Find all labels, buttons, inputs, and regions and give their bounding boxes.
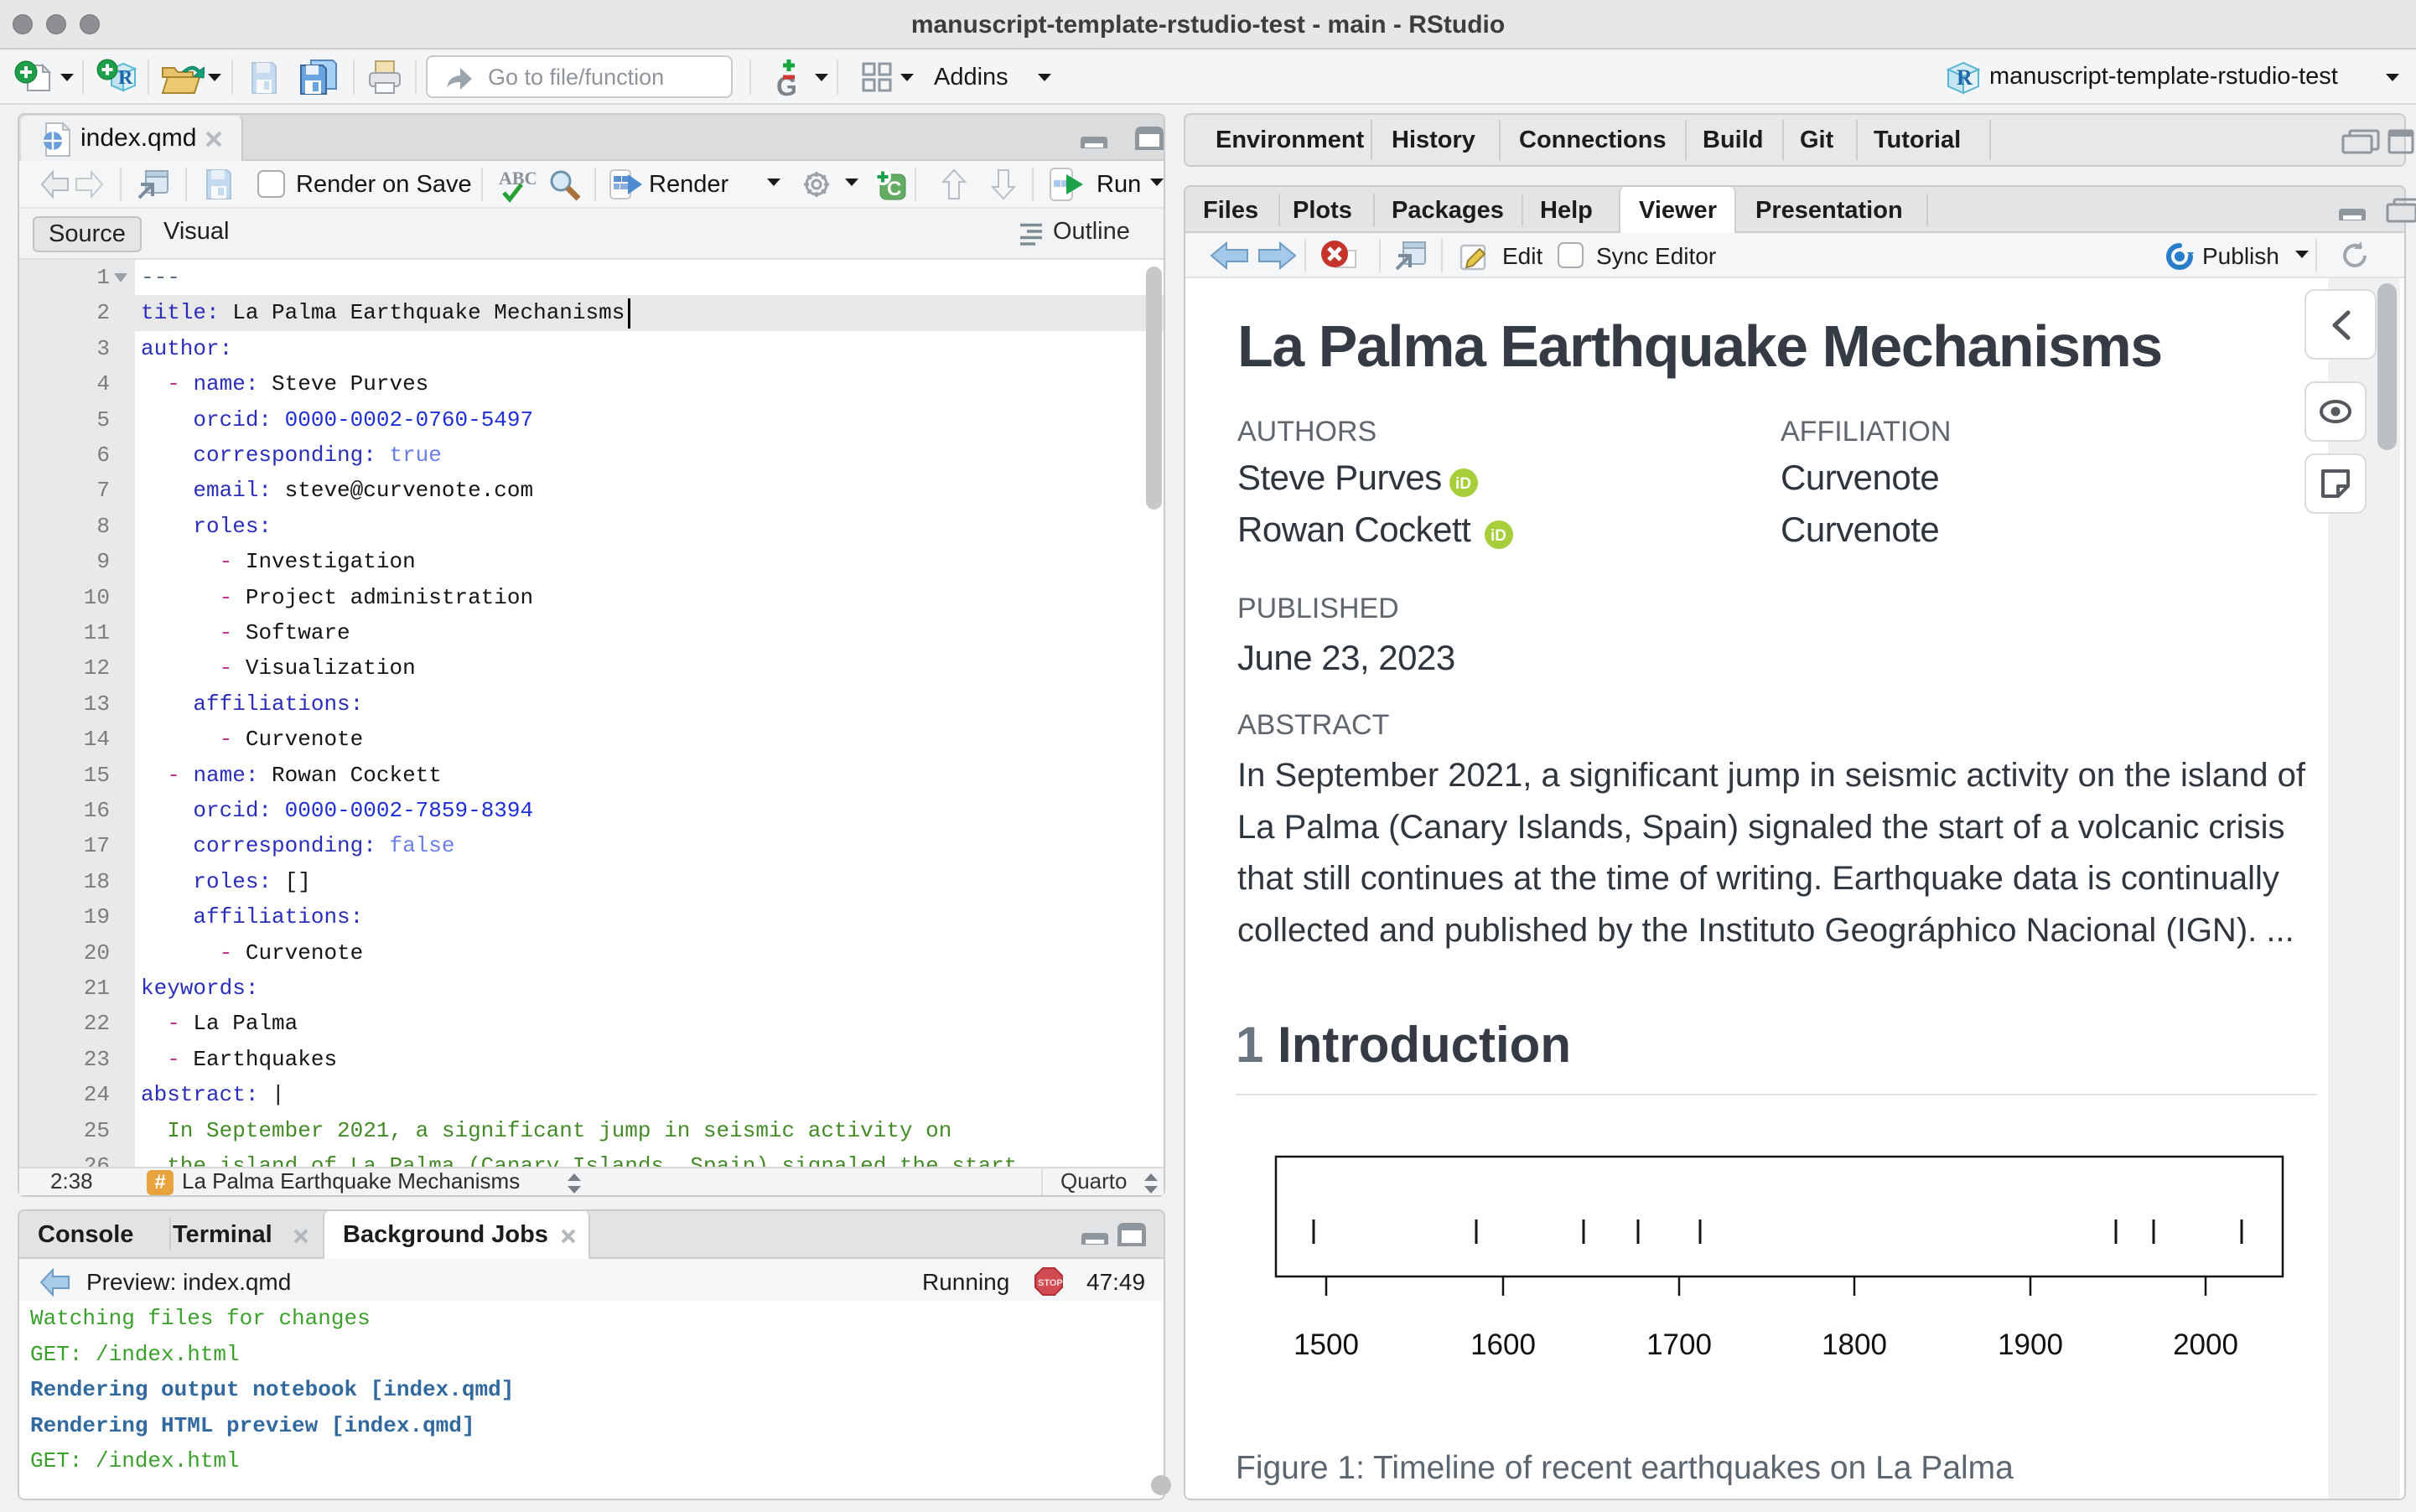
svg-text:R: R: [118, 67, 133, 89]
svg-text:1600: 1600: [1470, 1328, 1536, 1361]
svg-text:1700: 1700: [1646, 1328, 1712, 1361]
svg-text:1800: 1800: [1822, 1328, 1887, 1361]
svg-text:1900: 1900: [1998, 1328, 2063, 1361]
svg-text:STOP: STOP: [1038, 1278, 1063, 1288]
svg-text:R: R: [1957, 65, 1973, 90]
svg-text:ABC: ABC: [499, 168, 536, 189]
svg-text:iD: iD: [1455, 475, 1471, 493]
svg-text:1500: 1500: [1294, 1328, 1359, 1361]
svg-text:iD: iD: [1491, 527, 1506, 545]
svg-text:2000: 2000: [2173, 1328, 2238, 1361]
